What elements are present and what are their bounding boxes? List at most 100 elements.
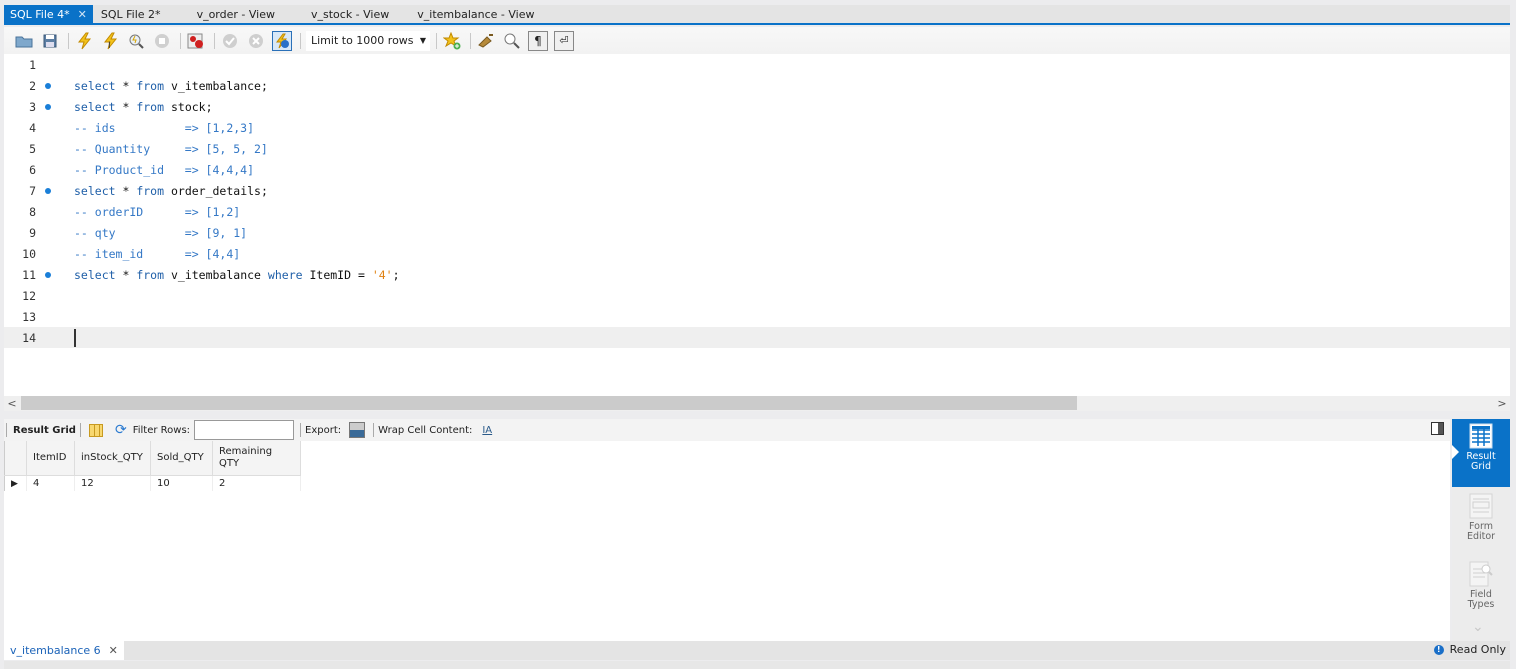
line-number: 14: [22, 330, 36, 345]
form-editor-icon: [1469, 493, 1493, 519]
column-header[interactable]: ItemID: [26, 441, 75, 476]
execute-icon[interactable]: [74, 31, 94, 51]
commit-icon[interactable]: [220, 31, 240, 51]
statement-marker: [36, 103, 60, 110]
editor-line[interactable]: 14: [4, 327, 1510, 348]
scroll-left-icon[interactable]: <: [4, 397, 20, 410]
row-selector[interactable]: ▶: [4, 475, 27, 491]
row-pointer-icon: ▶: [11, 478, 18, 489]
line-number: 1: [29, 57, 36, 72]
side-field-types-button[interactable]: Field Types: [1452, 557, 1510, 610]
editor-line[interactable]: 7 select * from order_details;: [4, 180, 1510, 201]
line-number: 11: [22, 267, 36, 282]
close-icon[interactable]: ✕: [78, 8, 87, 21]
side-form-editor-button[interactable]: Form Editor: [1452, 489, 1510, 542]
editor-line[interactable]: 5 -- Quantity => [5, 5, 2]: [4, 138, 1510, 159]
cell-sold-qty[interactable]: 10: [150, 475, 213, 491]
side-result-grid-button[interactable]: Result Grid: [1452, 419, 1510, 487]
editor-line[interactable]: 2 select * from v_itembalance;: [4, 75, 1510, 96]
line-number: 7: [29, 183, 36, 198]
export-label: Export:: [305, 424, 342, 436]
line-number: 13: [22, 309, 36, 324]
statement-marker: [36, 82, 60, 89]
tab-sql-file-2[interactable]: SQL File 2*: [93, 5, 167, 23]
line-number: 6: [29, 162, 36, 177]
editor-line[interactable]: 11 select * from v_itembalance where Item…: [4, 264, 1510, 285]
result-tab-label: v_itembalance 6: [10, 644, 101, 657]
active-pointer: [1452, 445, 1459, 459]
output-panel-edge: [4, 661, 1510, 669]
open-folder-icon[interactable]: [14, 31, 34, 51]
result-toolbar: Result Grid ⟳ Filter Rows: Export: Wrap …: [4, 419, 1450, 441]
add-snippet-icon[interactable]: [442, 31, 462, 51]
autocommit-icon[interactable]: [272, 30, 292, 51]
invisible-chars-icon[interactable]: ¶: [528, 30, 548, 51]
editor-line[interactable]: 13: [4, 306, 1510, 327]
svg-text:I: I: [108, 41, 111, 50]
cell-instock-qty[interactable]: 12: [74, 475, 151, 491]
line-number: 10: [22, 246, 36, 261]
editor-line[interactable]: 6 -- Product_id => [4,4,4]: [4, 159, 1510, 180]
result-table: ItemID inStock_QTY Sold_QTY Remaining QT…: [4, 441, 301, 491]
editor-line[interactable]: 12: [4, 285, 1510, 306]
cell-itemid[interactable]: 4: [26, 475, 75, 491]
wrap-cell-content-label: Wrap Cell Content:: [378, 424, 473, 436]
tab-v-itembalance-view[interactable]: v_itembalance - View: [411, 5, 540, 23]
column-header[interactable]: inStock_QTY: [74, 441, 151, 476]
editor-line[interactable]: 8 -- orderID => [1,2]: [4, 201, 1510, 222]
editor-tab-bar: SQL File 4* ✕ SQL File 2* v_order - View…: [4, 5, 1510, 25]
editor-line[interactable]: 3 select * from stock;: [4, 96, 1510, 117]
filter-rows-input[interactable]: [194, 420, 295, 440]
save-icon[interactable]: [40, 31, 60, 51]
tab-v-order-view[interactable]: v_order - View: [191, 5, 281, 23]
statement-dot-icon: [45, 82, 51, 89]
rollback-icon[interactable]: [246, 31, 266, 51]
tab-sql-file-4[interactable]: SQL File 4* ✕: [4, 5, 93, 23]
editor-line[interactable]: 9 -- qty => [9, 1]: [4, 222, 1510, 243]
explain-icon[interactable]: [126, 31, 146, 51]
find-icon[interactable]: [502, 31, 522, 51]
beautify-icon[interactable]: [476, 31, 496, 51]
chevron-down-icon: ▼: [419, 36, 426, 45]
scroll-right-icon[interactable]: >: [1494, 397, 1510, 410]
sql-editor[interactable]: 1 2 select * from v_itembalance; 3 select * …: [4, 54, 1510, 396]
close-icon[interactable]: ✕: [109, 644, 118, 657]
stop-icon[interactable]: [152, 31, 172, 51]
line-code: select * from order_details;: [74, 183, 268, 198]
column-header[interactable]: Remaining QTY: [212, 441, 301, 476]
statement-dot-icon: [45, 103, 51, 110]
editor-line[interactable]: 4 -- ids => [1,2,3]: [4, 117, 1510, 138]
result-grid: ItemID inStock_QTY Sold_QTY Remaining QT…: [4, 441, 1450, 641]
table-row[interactable]: ▶ 4 12 10 2: [4, 475, 301, 491]
cell-remaining-qty[interactable]: 2: [212, 475, 301, 491]
export-icon[interactable]: [349, 422, 366, 438]
tab-label: SQL File 4*: [10, 7, 70, 21]
limit-rows-value: Limit to 1000 rows: [311, 34, 414, 47]
tab-label: SQL File 2*: [100, 7, 161, 21]
editor-horizontal-scrollbar[interactable]: < >: [4, 396, 1510, 411]
result-tab-v-itembalance-6[interactable]: v_itembalance 6 ✕: [4, 641, 124, 660]
editor-line[interactable]: 1: [4, 54, 1510, 75]
execute-current-icon[interactable]: I: [100, 31, 120, 51]
chevron-down-icon[interactable]: ⌄: [1472, 619, 1484, 635]
line-number: 2: [29, 78, 36, 93]
result-side-panel: Result Grid Form Editor Field Types ⌄: [1452, 419, 1510, 641]
toggle-side-panel-icon[interactable]: [1431, 422, 1444, 435]
read-only-status: ! Read Only: [1433, 643, 1506, 656]
result-grid-icon: [1469, 423, 1493, 449]
refresh-icon[interactable]: ⟳: [115, 422, 127, 438]
editor-line[interactable]: 10 -- item_id => [4,4]: [4, 243, 1510, 264]
tab-v-stock-view[interactable]: v_stock - View: [305, 5, 395, 23]
grid-layout-icon[interactable]: [88, 423, 103, 437]
toggle-error-icon[interactable]: [186, 31, 206, 51]
line-code: -- orderID => [1,2]: [74, 204, 241, 219]
limit-rows-select[interactable]: Limit to 1000 rows ▼: [306, 30, 430, 51]
wrap-icon[interactable]: ⏎: [554, 30, 574, 51]
scrollbar-thumb[interactable]: [21, 396, 1077, 410]
column-header[interactable]: Sold_QTY: [150, 441, 213, 476]
line-code: -- Product_id => [4,4,4]: [74, 162, 255, 177]
line-number: 8: [29, 204, 36, 219]
wrap-cell-toggle-icon[interactable]: IA: [482, 425, 492, 436]
line-code: select * from v_itembalance;: [74, 78, 268, 93]
tab-label: v_itembalance - View: [417, 7, 535, 21]
